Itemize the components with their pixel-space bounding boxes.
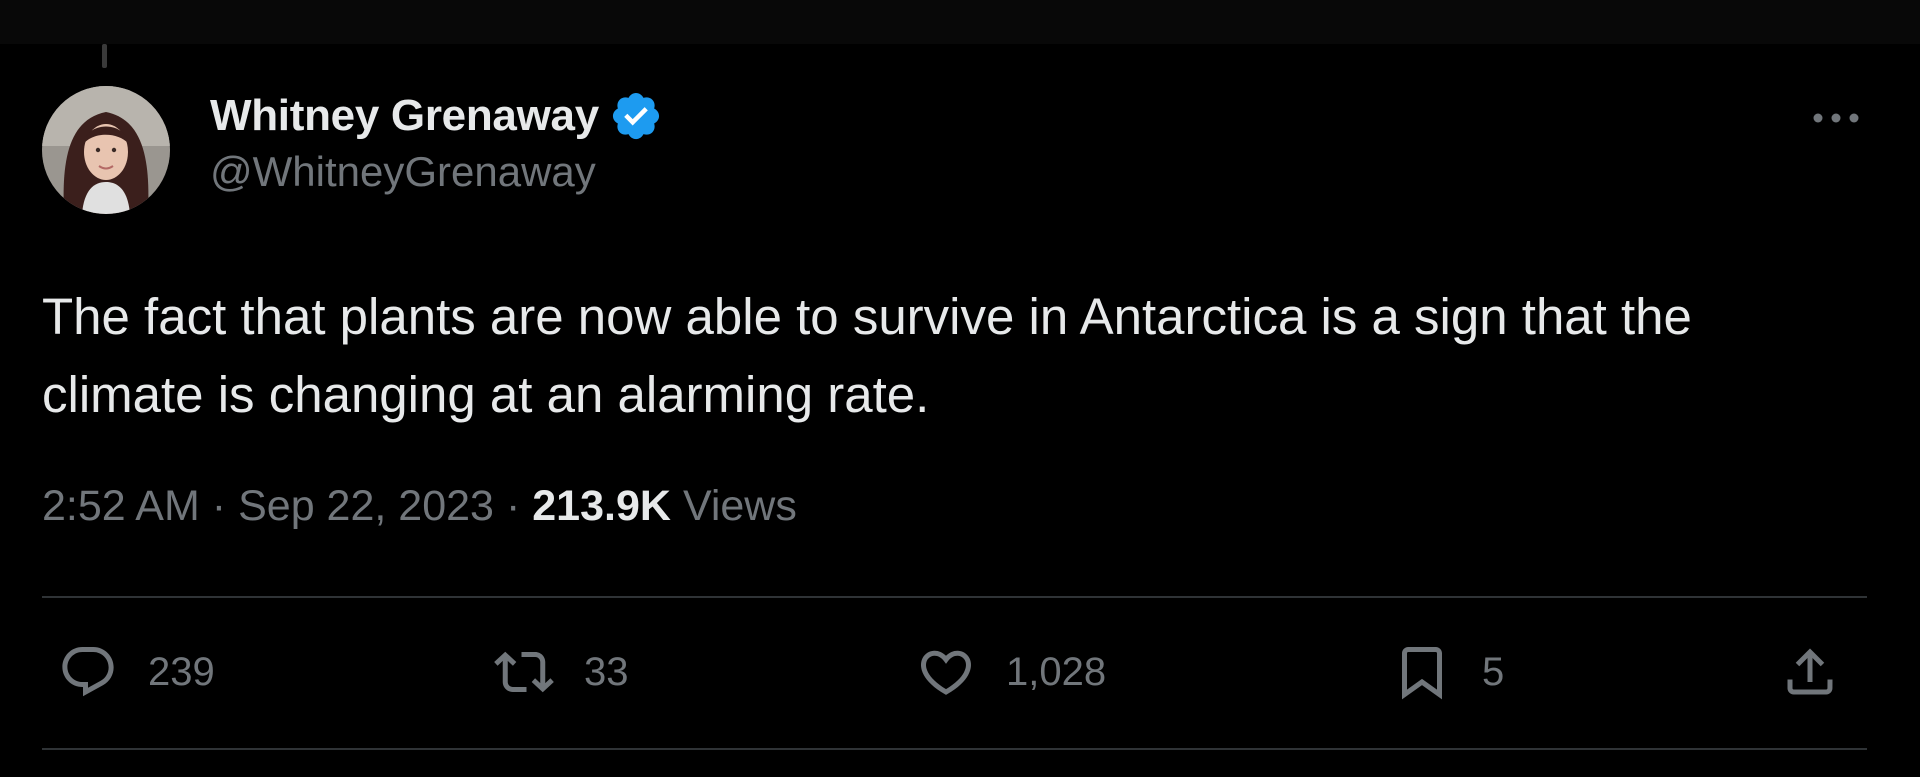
heart-icon [920, 650, 972, 695]
meta-separator: · [505, 482, 521, 530]
bookmark-button[interactable]: 5 [1392, 632, 1504, 712]
share-button[interactable] [1780, 632, 1840, 712]
verified-badge-icon[interactable] [609, 89, 663, 143]
thread-connector-line [102, 44, 107, 68]
retweet-count: 33 [584, 649, 629, 694]
more-options-button[interactable] [1808, 100, 1864, 136]
views-label: Views [682, 482, 797, 530]
retweet-button[interactable]: 33 [494, 632, 629, 712]
reply-icon [62, 647, 114, 697]
author-block: Whitney Grenaway @WhitneyGrenaway [210, 88, 663, 196]
meta-separator: · [211, 482, 227, 530]
tweet-time[interactable]: 2:52 AM [42, 482, 200, 531]
divider [42, 596, 1867, 598]
more-horizontal-icon [1813, 113, 1859, 123]
retweet-icon [494, 651, 554, 693]
like-button[interactable]: 1,028 [916, 632, 1106, 712]
views-count[interactable]: 213.9K [532, 482, 671, 531]
avatar[interactable] [42, 86, 170, 214]
divider [42, 748, 1867, 750]
tweet-text: The fact that plants are now able to sur… [42, 288, 1692, 423]
display-name[interactable]: Whitney Grenaway [210, 91, 599, 141]
share-icon [1787, 648, 1833, 695]
top-bar [0, 0, 1920, 44]
bookmark-icon [1402, 647, 1442, 700]
user-handle[interactable]: @WhitneyGrenaway [210, 148, 663, 196]
reply-button[interactable]: 239 [58, 632, 215, 712]
action-bar: 239 33 1,028 5 [0, 632, 1920, 712]
tweet-meta: 2:52 AM · Sep 22, 2023 · 213.9K Views [42, 482, 797, 531]
reply-count: 239 [148, 649, 215, 694]
name-row: Whitney Grenaway [210, 88, 663, 144]
bookmark-count: 5 [1482, 649, 1505, 694]
tweet-date[interactable]: Sep 22, 2023 [238, 482, 494, 531]
like-count: 1,028 [1006, 649, 1107, 694]
